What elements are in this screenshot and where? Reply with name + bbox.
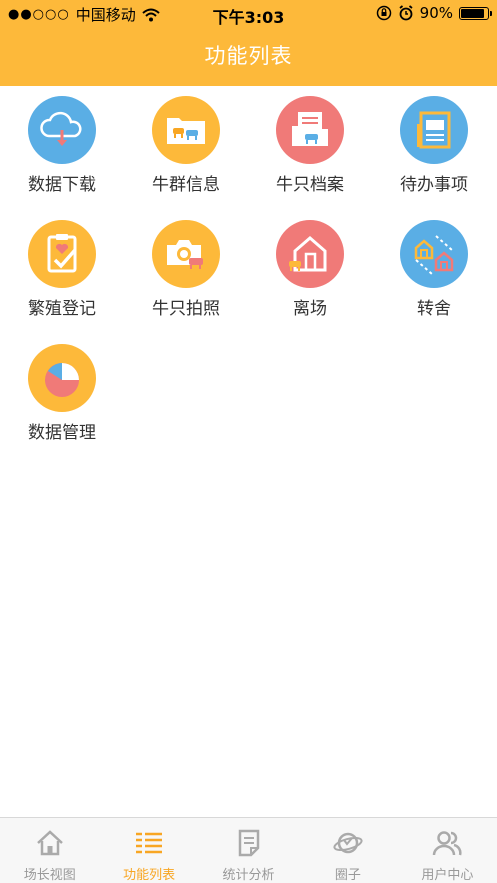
tab-user-center[interactable]: 用户中心 [398,818,497,883]
barn-exit-icon [276,220,344,288]
cattle-file-icon [276,96,344,164]
tab-bar: 场长视图 功能列表 统计分析 圈子 用户中心 [0,817,497,883]
function-label: 牛群信息 [152,175,220,195]
tab-function-list[interactable]: 功能列表 [99,818,198,883]
tab-label: 场长视图 [23,868,76,883]
function-data-download[interactable]: 数据下载 [0,86,124,210]
planet-icon [333,832,363,854]
home-icon [36,830,63,856]
breeding-clipboard-icon [28,220,96,288]
function-breeding-register[interactable]: 繁殖登记 [0,210,124,334]
camera-icon [152,220,220,288]
battery-icon [459,6,492,20]
tab-label: 圈子 [334,868,361,883]
function-label: 繁殖登记 [28,299,96,319]
todo-document-icon [400,96,468,164]
pie-chart-icon [28,344,96,412]
battery-percent: 90% [419,4,453,22]
function-label: 牛只档案 [276,175,344,195]
barn-transfer-icon [400,220,468,288]
tab-statistics[interactable]: 统计分析 [199,818,298,883]
function-barn-transfer[interactable]: 转舍 [372,210,496,334]
status-bar: ●●○○○ 中国移动 下午3:03 90% [0,0,497,28]
function-label: 转舍 [417,299,451,319]
function-data-management[interactable]: 数据管理 [0,334,124,458]
function-label: 数据下载 [28,175,96,195]
user-icon [433,831,462,856]
tab-label: 用户中心 [421,868,474,883]
cattle-folder-icon [152,96,220,164]
report-icon [238,829,259,857]
tab-label: 统计分析 [222,868,275,883]
function-cattle-file[interactable]: 牛只档案 [248,86,372,210]
list-icon [136,832,163,854]
rotation-lock-icon [376,5,391,21]
function-herd-info[interactable]: 牛群信息 [124,86,248,210]
function-cattle-photo[interactable]: 牛只拍照 [124,210,248,334]
tab-label: 功能列表 [123,868,176,883]
function-todo[interactable]: 待办事项 [372,86,496,210]
page-title: 功能列表 [204,44,293,68]
alarm-icon [399,5,413,21]
header: ●●○○○ 中国移动 下午3:03 90% 功能列表 [0,0,497,86]
tab-circle[interactable]: 圈子 [298,818,397,883]
function-label: 待办事项 [400,175,468,195]
function-label: 数据管理 [28,423,96,443]
function-departure[interactable]: 离场 [248,210,372,334]
tab-manager-view[interactable]: 场长视图 [0,818,99,883]
function-label: 牛只拍照 [152,299,220,319]
function-label: 离场 [293,299,327,319]
cloud-download-icon [28,96,96,164]
